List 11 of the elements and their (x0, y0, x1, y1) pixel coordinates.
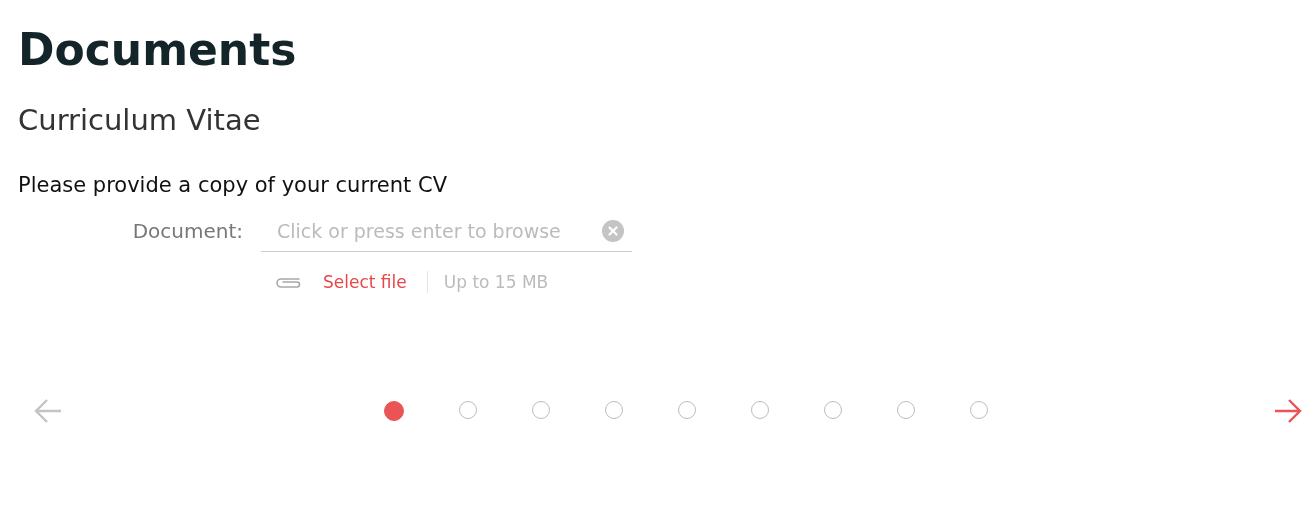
clear-icon[interactable] (602, 219, 624, 242)
file-field[interactable]: Click or press enter to browse (261, 210, 632, 252)
prompt-text: Please provide a copy of your current CV (18, 172, 448, 199)
page-title: Documents (18, 23, 298, 77)
paperclip-icon (275, 275, 303, 289)
step-dot[interactable] (383, 401, 404, 421)
select-file-link[interactable]: Select file (323, 272, 407, 292)
section-title: Curriculum Vitae (18, 102, 262, 139)
field-label: Document: (131, 219, 244, 243)
next-arrow-icon[interactable] (1273, 398, 1303, 424)
size-limit-text: Up to 15 MB (443, 272, 549, 292)
